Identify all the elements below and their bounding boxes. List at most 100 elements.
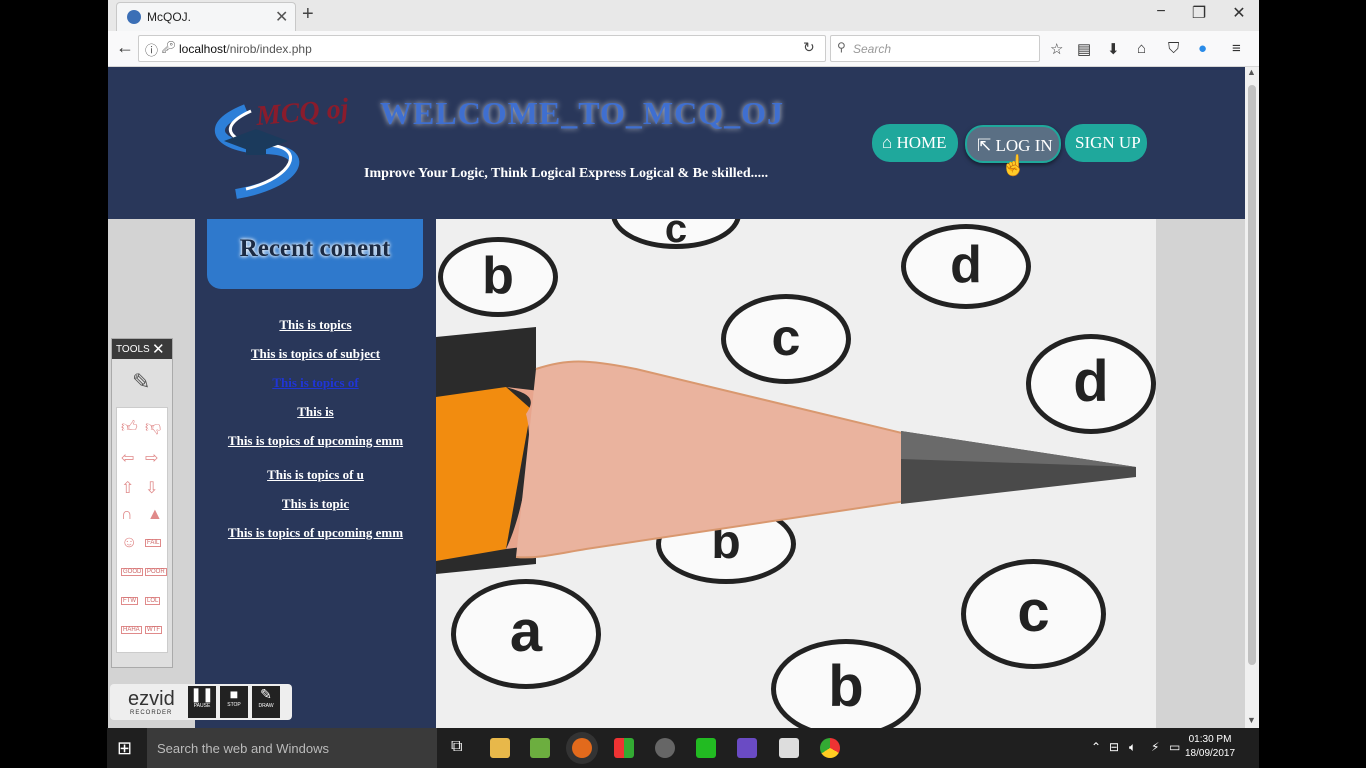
home-nav-button[interactable]: ⌂ HOME [872, 124, 958, 162]
arrow-right-icon[interactable]: ⇨ [145, 448, 158, 468]
rocket-icon[interactable]: ▲ [147, 506, 163, 524]
home-icon: ⌂ [882, 133, 893, 152]
arrow-left-icon[interactable]: ⇦ [121, 448, 134, 468]
tab-close-icon[interactable]: ✕ [275, 7, 288, 27]
network-icon[interactable]: ⊟ [1109, 740, 1119, 754]
bookmark-star-icon[interactable]: ☆ [1050, 40, 1063, 58]
ftw-stamp[interactable]: FTW [121, 597, 138, 605]
url-text[interactable]: localhost/nirob/index.php [179, 42, 312, 56]
arrow-up-icon[interactable]: ⇧ [121, 478, 134, 498]
download-icon[interactable]: ⬇ [1107, 40, 1120, 58]
site-favicon-icon [127, 10, 141, 24]
taskbar-search-placeholder: Search the web and Windows [157, 741, 329, 756]
brush-icon[interactable]: ✎ [132, 369, 150, 395]
tab-bar: McQOJ. ✕ + − ❐ ✕ [108, 0, 1259, 31]
stop-label: STOP [227, 702, 241, 708]
ezvid-sub: RECORDER [130, 710, 173, 716]
draw-icon: ✎ [260, 686, 272, 702]
external-link-icon: ⇱ [977, 136, 992, 155]
info-icon[interactable]: ⓘ [145, 40, 158, 59]
tools-stamp-list: 👍︎ 👎︎ ⇦ ⇨ ⇧ ⇩ ∩ ▲ ☺ FAIL GOOD POOR FTW L… [116, 407, 168, 653]
stop-icon: ■ [229, 686, 239, 702]
topic-link[interactable]: This is topics of upcoming emm [195, 525, 436, 541]
topic-link[interactable]: This is [195, 404, 436, 420]
wifi-icon[interactable]: ⚡︎ [1151, 740, 1159, 754]
topic-link[interactable]: This is topics of [195, 375, 436, 391]
tools-header: TOOLS ✕ [112, 339, 172, 359]
scroll-up-icon[interactable]: ▲ [1247, 67, 1256, 77]
browser-tab[interactable]: McQOJ. ✕ [116, 2, 296, 31]
pause-label: PAUSE [193, 703, 211, 709]
address-bar[interactable]: ⓘ 🔑︎ localhost/nirob/index.php ↻ [138, 35, 826, 62]
clock-date: 18/09/2017 [1185, 748, 1236, 759]
home-icon[interactable]: ⌂ [1137, 40, 1146, 57]
signup-label: SIGN UP [1075, 133, 1141, 152]
minimize-button[interactable]: − [1146, 3, 1176, 21]
recorder-tools-panel: TOOLS ✕ ✎ 👍︎ 👎︎ ⇦ ⇨ ⇧ ⇩ ∩ ▲ ☺ FAIL GOOD … [111, 338, 173, 668]
search-bar[interactable]: ⚲ Search [830, 35, 1040, 62]
taskbar-search-box[interactable]: Search the web and Windows [147, 728, 437, 768]
signup-nav-button[interactable]: SIGN UP [1065, 124, 1147, 162]
search-placeholder: Search [853, 42, 892, 56]
arrow-down-icon[interactable]: ⇩ [145, 478, 158, 498]
windows-taskbar: ⊞ Search the web and Windows ⧉ ⌃ ⊟ 🔈︎ ⚡︎… [107, 728, 1259, 768]
recent-content-title: Recent conent [239, 235, 391, 262]
paint-icon[interactable] [655, 738, 675, 758]
close-window-button[interactable]: ✕ [1224, 3, 1254, 23]
menu-icon[interactable]: ≡ [1232, 40, 1241, 57]
pause-button[interactable]: ❚❚ PAUSE [188, 686, 216, 718]
welcome-heading: WELCOME_TO_MCQ_OJ [380, 95, 784, 131]
recent-content-header: Recent conent [207, 219, 423, 289]
smiley-icon[interactable]: ☺ [121, 534, 137, 552]
topic-link[interactable]: This is topics of subject [195, 346, 436, 362]
chrome-icon[interactable] [820, 738, 840, 758]
topic-link[interactable]: This is topic [195, 496, 436, 512]
windows-start-icon[interactable]: ⊞ [117, 738, 132, 759]
topic-link[interactable]: This is topics of u [195, 467, 436, 483]
scrollbar-thumb[interactable] [1248, 85, 1256, 665]
pocket-icon[interactable]: ⛉ [1168, 40, 1179, 57]
system-clock[interactable]: 01:30 PM 18/09/2017 [1185, 733, 1235, 761]
volume-icon[interactable]: 🔈︎ [1129, 740, 1136, 755]
reading-list-icon[interactable]: ▤ [1077, 40, 1091, 58]
tools-close-icon[interactable]: ✕ [152, 340, 165, 358]
app-icon[interactable] [614, 738, 634, 758]
task-view-icon[interactable]: ⧉ [451, 738, 462, 756]
new-tab-button[interactable]: + [302, 3, 314, 26]
haha-stamp[interactable]: HAHA [121, 626, 142, 634]
firefox-icon[interactable] [572, 738, 592, 758]
terminal-icon[interactable] [696, 738, 716, 758]
back-arrow-icon[interactable]: ← [116, 37, 134, 58]
topic-link[interactable]: This is topics of upcoming emm [195, 433, 436, 449]
restore-button[interactable]: ❐ [1184, 3, 1214, 23]
thumbs-down-icon[interactable]: 👎︎ [145, 418, 161, 437]
search-icon: ⚲ [837, 40, 846, 54]
fail-stamp[interactable]: FAIL [145, 539, 162, 547]
lol-stamp[interactable]: LOL [145, 597, 161, 605]
navigation-toolbar: ← ⓘ 🔑︎ localhost/nirob/index.php ↻ ⚲ Sea… [108, 31, 1259, 67]
notifications-icon[interactable]: ▭ [1169, 740, 1180, 754]
pause-icon: ❚❚ [190, 686, 214, 702]
tray-chevron-icon[interactable]: ⌃ [1091, 740, 1101, 754]
poor-stamp[interactable]: POOR [145, 568, 167, 576]
home-label: HOME [896, 133, 947, 152]
scroll-down-icon[interactable]: ▼ [1247, 715, 1256, 725]
visual-studio-icon[interactable] [737, 738, 757, 758]
draw-button[interactable]: ✎ DRAW [252, 686, 280, 718]
url-host: localhost [179, 42, 227, 56]
file-explorer-icon[interactable] [490, 738, 510, 758]
reload-icon[interactable]: ↻ [803, 39, 815, 56]
page-scrollbar[interactable]: ▲ ▼ [1245, 67, 1259, 728]
addon-icon[interactable]: ● [1198, 40, 1207, 57]
wtf-stamp[interactable]: WTF [145, 626, 162, 634]
stop-button[interactable]: ■ STOP [220, 686, 248, 718]
tagline: Improve Your Logic, Think Logical Expres… [364, 166, 769, 181]
magnet-icon[interactable]: ∩ [121, 506, 133, 524]
good-stamp[interactable]: GOOD [121, 568, 144, 576]
ezvid-logo: ezvid [128, 688, 175, 710]
thumbs-up-icon[interactable]: 👍︎ [121, 418, 138, 437]
topic-link[interactable]: This is topics [195, 317, 436, 333]
notes-icon[interactable] [779, 738, 799, 758]
notepad-icon[interactable] [530, 738, 550, 758]
tab-title: McQOJ. [147, 10, 191, 24]
